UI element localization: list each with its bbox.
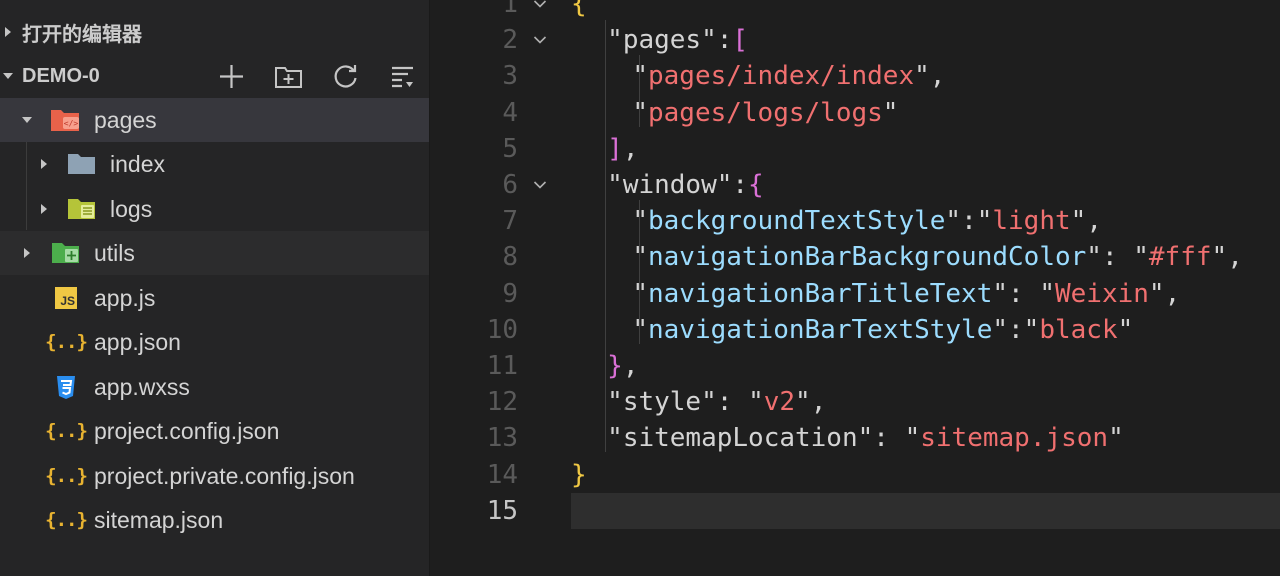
css-file-icon [50,372,82,402]
tree-item-label: index [110,150,165,177]
logs-folder-icon [66,194,98,224]
code-editor[interactable]: 1{2 "pages":[3 "pages/index/index", 4 "pages… [430,0,1280,576]
tree-item-label: app.json [94,328,181,355]
line-number: 4 [502,97,518,128]
collapse-all-icon[interactable] [388,62,417,91]
new-file-icon[interactable] [217,62,246,91]
chevron-right-icon [41,159,47,169]
project-header[interactable]: DEMO-0 [0,56,429,96]
code-line[interactable]: 13 "sitemapLocation": "sitemap.json" [430,420,1280,456]
json-file-icon: {..} [45,465,88,487]
code-text: "navigationBarTitleText": "Weixin", [632,278,1181,309]
code-text: "backgroundTextStyle":"light", [632,206,1102,237]
tree-item-label: sitemap.json [94,506,224,533]
json-file-icon: {..} [45,420,88,442]
code-line[interactable]: 11}, [430,348,1280,384]
tree-item-utils[interactable]: utils [0,231,429,275]
tree-item-label: project.config.json [94,417,280,444]
json-file-icon: {..} [45,509,88,531]
line-number: 6 [502,170,518,200]
code-line[interactable]: 6 "window":{ [430,167,1280,203]
code-line[interactable]: 12 "style": "v2", [430,384,1280,420]
tree-item-app-json[interactable]: {..} app.json [0,320,429,364]
line-number: 15 [486,495,518,526]
new-folder-icon[interactable] [274,62,303,91]
fold-chevron-down-icon[interactable] [533,0,547,11]
code-line[interactable]: 10 "navigationBarTextStyle":"black" [430,312,1280,348]
line-number: 3 [502,61,518,92]
code-line[interactable]: 8 "navigationBarBackgroundColor": "#fff", [430,239,1280,275]
tree-item-index[interactable]: index [0,142,429,186]
code-line[interactable]: 7 "backgroundTextStyle":"light", [430,203,1280,239]
code-line[interactable]: 4 "pages/logs/logs" [430,95,1280,131]
code-line[interactable]: 3 "pages/index/index", [430,58,1280,94]
code-text: }, [607,351,639,381]
code-text: "sitemapLocation": "sitemap.json" [607,423,1124,454]
tree-item-app-js[interactable]: JS app.js [0,276,429,320]
code-text: "pages":[ [607,25,749,56]
line-number: 5 [502,133,518,164]
code-text: } [571,459,587,490]
tree-item-label: utils [94,239,135,266]
chevron-right-icon [24,248,30,258]
code-text: "pages/logs/logs" [632,97,899,128]
pages-folder-icon: </> [50,105,82,135]
code-line[interactable]: 14} [430,457,1280,493]
code-text: "style": "v2", [607,387,827,418]
js-file-icon: JS [50,283,82,313]
fold-chevron-down-icon[interactable] [533,178,547,192]
code-line[interactable]: 15 [430,492,1280,529]
current-line-highlight [571,492,1280,529]
code-line[interactable]: 2 "pages":[ [430,22,1280,58]
chevron-down-icon [22,117,32,123]
tree-item-sitemap[interactable]: {..} sitemap.json [0,498,429,542]
code-text: "pages/index/index", [632,61,946,92]
json-file-icon: {..} [45,331,88,353]
tree-item-logs[interactable]: logs [0,187,429,231]
code-text: "navigationBarTextStyle":"black" [632,314,1134,345]
tree-item-pages[interactable]: </> pages [0,98,429,142]
tree-item-label: logs [110,195,153,222]
line-number: 1 [502,0,518,19]
tree-item-project-private-config[interactable]: {..} project.private.config.json [0,454,429,498]
project-name: DEMO-0 [22,64,100,87]
tree-item-label: pages [94,106,157,133]
tree-item-label: project.private.config.json [94,462,355,489]
svg-text:</>: </> [64,119,79,128]
line-number: 7 [502,206,518,237]
line-number: 14 [486,459,518,490]
explorer-actions [217,56,417,96]
folder-icon [66,149,98,179]
chevron-right-icon [5,27,11,37]
explorer-sidebar: 打开的编辑器 DEMO-0 </> pages index logs utils… [0,0,430,576]
tree-item-label: app.wxss [94,373,190,400]
open-editors-header[interactable]: 打开的编辑器 [0,12,429,52]
line-number: 8 [502,242,518,273]
code-line[interactable]: 5], [430,131,1280,167]
line-number: 2 [502,25,518,56]
chevron-down-icon [3,73,13,79]
tree-item-label: app.js [94,284,156,311]
chevron-right-icon [41,204,47,214]
code-text: { [571,0,587,19]
line-number: 9 [502,278,518,309]
fold-chevron-down-icon[interactable] [533,33,547,47]
code-text: "navigationBarBackgroundColor": "#fff", [632,242,1243,273]
refresh-icon[interactable] [331,62,360,91]
utils-folder-icon [50,238,82,268]
line-number: 10 [486,314,518,345]
open-editors-label: 打开的编辑器 [22,23,142,46]
line-number: 11 [486,351,518,381]
code-text: ], [607,133,639,164]
code-line[interactable]: 9 "navigationBarTitleText": "Weixin", [430,276,1280,312]
tree-item-project-config[interactable]: {..} project.config.json [0,409,429,453]
line-number: 12 [486,387,518,418]
code-line[interactable]: 1{ [430,0,1280,22]
tree-item-app-wxss[interactable]: app.wxss [0,365,429,409]
code-text: "window":{ [607,170,764,200]
line-number: 13 [486,423,518,454]
